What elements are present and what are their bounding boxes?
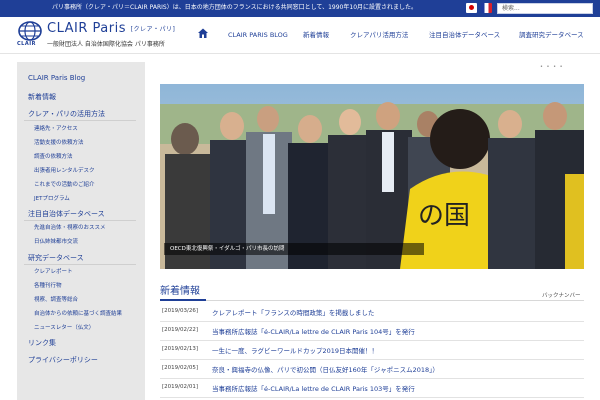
news-link[interactable]: クレアレポート「フランスの時間政策」を掲載しました	[212, 307, 374, 317]
search-input[interactable]: 検索...	[497, 3, 593, 14]
back-number-link[interactable]: バックナンバー	[542, 291, 581, 299]
sidebar-subitem-activities[interactable]: これまでの活動のご紹介	[34, 180, 95, 188]
sidebar-subitem-clair-report[interactable]: クレアレポート	[34, 267, 73, 275]
sidebar-item-blog[interactable]: CLAIR Paris Blog	[28, 74, 85, 82]
site-title-text: CLAIR Paris	[47, 21, 126, 36]
sidebar-subitem-publications[interactable]: 各種刊行物	[34, 281, 62, 289]
sidebar-item-research[interactable]: 研究データベース	[28, 253, 84, 263]
news-date: [2019/02/05]	[162, 365, 198, 371]
site-title-tag: [クレア・パリ]	[130, 26, 176, 33]
sidebar-item-news[interactable]: 新着情報	[28, 92, 56, 102]
sidebar-item-links[interactable]: リンク集	[28, 338, 56, 348]
nav-usage[interactable]: クレアパリ活用方法	[350, 29, 408, 41]
header-divider	[0, 53, 600, 54]
news-link[interactable]: 奈良・興福寺の仏像、パリで初公開（日仏友好160年「ジャポニスム2018」）	[212, 364, 439, 374]
nav-blog[interactable]: CLAIR PARIS BLOG	[228, 29, 288, 41]
sidebar-subitem-rental-desk[interactable]: 出張者用レンタルデスク	[34, 166, 95, 174]
top-notice-bar: パリ事務所（クレア・パリ＝CLAIR PARIS）は、日本の地方団体のフランスに…	[0, 0, 600, 17]
nav-research-database[interactable]: 調査研究データベース	[519, 29, 584, 41]
sidebar-subitem-jet[interactable]: JETプログラム	[34, 194, 70, 202]
site-caption: 一般財団法人 自治体国際化協会 パリ事務所	[47, 41, 165, 48]
news-title-underline	[160, 300, 584, 301]
sidebar-subitem-support[interactable]: 活動支援の依頼方法	[34, 138, 84, 146]
sidebar-subitem-newsletter[interactable]: ニュースレター（仏文）	[34, 323, 94, 331]
sidebar-divider	[24, 220, 136, 221]
sidebar-divider	[24, 120, 136, 121]
news-item[interactable]: [2019/02/05] 奈良・興福寺の仏像、パリで初公開（日仏友好160年「ジ…	[160, 360, 584, 379]
site-title[interactable]: CLAIR Paris [クレア・パリ]	[47, 21, 175, 36]
sidebar-subitem-recommended-visits[interactable]: 先進自治体・視察のおススメ	[34, 223, 106, 231]
sidebar-subitem-research-request[interactable]: 調査の依頼方法	[34, 152, 73, 160]
logo-sub-text: CLAIR	[17, 41, 36, 47]
home-icon[interactable]	[197, 27, 209, 39]
news-item[interactable]: [2019/02/01] 当事務所広報誌「é-CLAIR/La lettre d…	[160, 379, 584, 398]
news-date: [2019/02/13]	[162, 346, 198, 352]
news-date: [2019/02/22]	[162, 327, 198, 333]
news-section-title: 新着情報	[160, 286, 200, 297]
notice-text: パリ事務所（クレア・パリ＝CLAIR PARIS）は、日本の地方団体のフランスに…	[52, 4, 418, 11]
news-title-accent	[160, 299, 206, 301]
news-item[interactable]: [2019/02/22] 当事務所広報誌「é-CLAIR/La lettre d…	[160, 322, 584, 341]
sidebar-subitem-contact[interactable]: 連絡先・アクセス	[34, 124, 78, 132]
sidebar-subitem-request-results[interactable]: 自治体からの依頼に基づく調査結果	[34, 309, 122, 317]
news-link[interactable]: 当事務所広報誌「é-CLAIR/La lettre de CLAIR Paris…	[212, 326, 415, 336]
clair-globe-logo-icon[interactable]	[18, 21, 42, 41]
news-link[interactable]: 当事務所広報誌「é-CLAIR/La lettre de CLAIR Paris…	[212, 383, 415, 393]
french-flag-icon[interactable]	[481, 3, 492, 13]
sidebar-subitem-surveys[interactable]: 視察、調査等総合	[34, 295, 78, 303]
news-date: [2019/03/26]	[162, 308, 198, 314]
sidebar-item-featured[interactable]: 注目自治体データベース	[28, 209, 105, 219]
sidebar-item-usage[interactable]: クレア・パリの活用方法	[28, 109, 105, 119]
news-item[interactable]: [2019/02/13] 一生に一度、ラグビーワールドカップ2019日本開催！！	[160, 341, 584, 360]
news-item[interactable]: [2019/03/26] クレアレポート「フランスの時間政策」を掲載しました	[160, 303, 584, 322]
hero-caption: OECD東北復興祭・イダルゴ・パリ市長の訪問	[164, 243, 424, 255]
hero-image[interactable]: の国	[160, 84, 584, 269]
nav-news[interactable]: 新着情報	[303, 29, 329, 41]
sidebar-item-privacy[interactable]: プライバシーポリシー	[28, 355, 98, 365]
nav-featured-database[interactable]: 注目自治体データベース	[429, 29, 500, 41]
sidebar-divider	[24, 264, 136, 265]
news-link[interactable]: 一生に一度、ラグビーワールドカップ2019日本開催！！	[212, 345, 378, 355]
svg-text:の国: の国	[418, 201, 470, 231]
news-date: [2019/02/01]	[162, 384, 198, 390]
slider-dots[interactable]: • • • •	[540, 64, 564, 70]
sidebar-subitem-sister-cities[interactable]: 日仏姉妹都市交流	[34, 237, 78, 245]
japanese-flag-icon[interactable]	[466, 3, 477, 13]
